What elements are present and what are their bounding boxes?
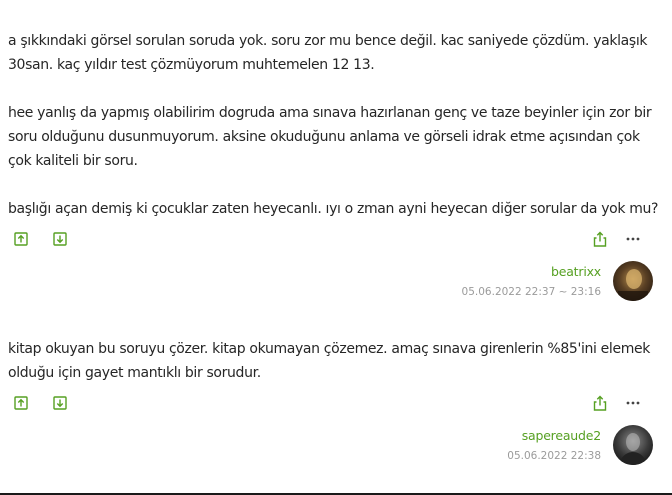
share-button[interactable] xyxy=(591,394,609,412)
text-line: 30san. kaç yıldır test çözmüyorum muhtem… xyxy=(8,57,375,73)
upvote-button[interactable] xyxy=(12,394,30,412)
text-line: a şıkkındaki görsel sorulan soruda yok. … xyxy=(8,33,648,49)
entry-actions xyxy=(0,230,672,248)
entry-paragraph: başlığı açan demiş ki çocuklar zaten hey… xyxy=(8,197,658,221)
text-line: başlığı açan demiş ki çocuklar zaten hey… xyxy=(8,201,659,217)
upvote-button[interactable] xyxy=(12,230,30,248)
text-line: çok kaliteli bir soru. xyxy=(8,153,138,169)
avatar[interactable] xyxy=(613,261,653,301)
entry-date-link[interactable]: 05.06.2022 22:37 ~ 23:16 xyxy=(462,286,601,298)
downvote-button[interactable] xyxy=(51,230,69,248)
arrow-down-box-icon xyxy=(53,396,67,410)
entry-paragraph: hee yanlış da yapmış olabilirim dogruda … xyxy=(8,101,658,173)
author-link[interactable]: beatrixx xyxy=(551,264,601,279)
text-line: kitap okuyan bu soruyu çözer. kitap okum… xyxy=(8,341,651,357)
entry-paragraph: kitap okuyan bu soruyu çözer. kitap okum… xyxy=(8,337,658,385)
more-dots-icon xyxy=(626,401,640,405)
text-line: olduğu için gayet mantıklı bir sorudur. xyxy=(8,365,261,381)
more-options-button[interactable] xyxy=(624,394,642,412)
author-link[interactable]: sapereaude2 xyxy=(522,428,602,443)
text-line: hee yanlış da yapmış olabilirim dogruda … xyxy=(8,105,652,121)
share-icon xyxy=(593,231,607,247)
downvote-button[interactable] xyxy=(51,394,69,412)
share-icon xyxy=(593,395,607,411)
share-button[interactable] xyxy=(591,230,609,248)
more-dots-icon xyxy=(626,237,640,241)
text-line: soru olduğunu dusunmuyorum. aksine okudu… xyxy=(8,129,640,145)
entry-date-link[interactable]: 05.06.2022 22:38 xyxy=(507,450,601,462)
entry-paragraph: a şıkkındaki görsel sorulan soruda yok. … xyxy=(8,29,658,77)
arrow-down-box-icon xyxy=(53,232,67,246)
arrow-up-box-icon xyxy=(14,232,28,246)
arrow-up-box-icon xyxy=(14,396,28,410)
more-options-button[interactable] xyxy=(624,230,642,248)
avatar[interactable] xyxy=(613,425,653,465)
entry-actions xyxy=(0,394,672,412)
